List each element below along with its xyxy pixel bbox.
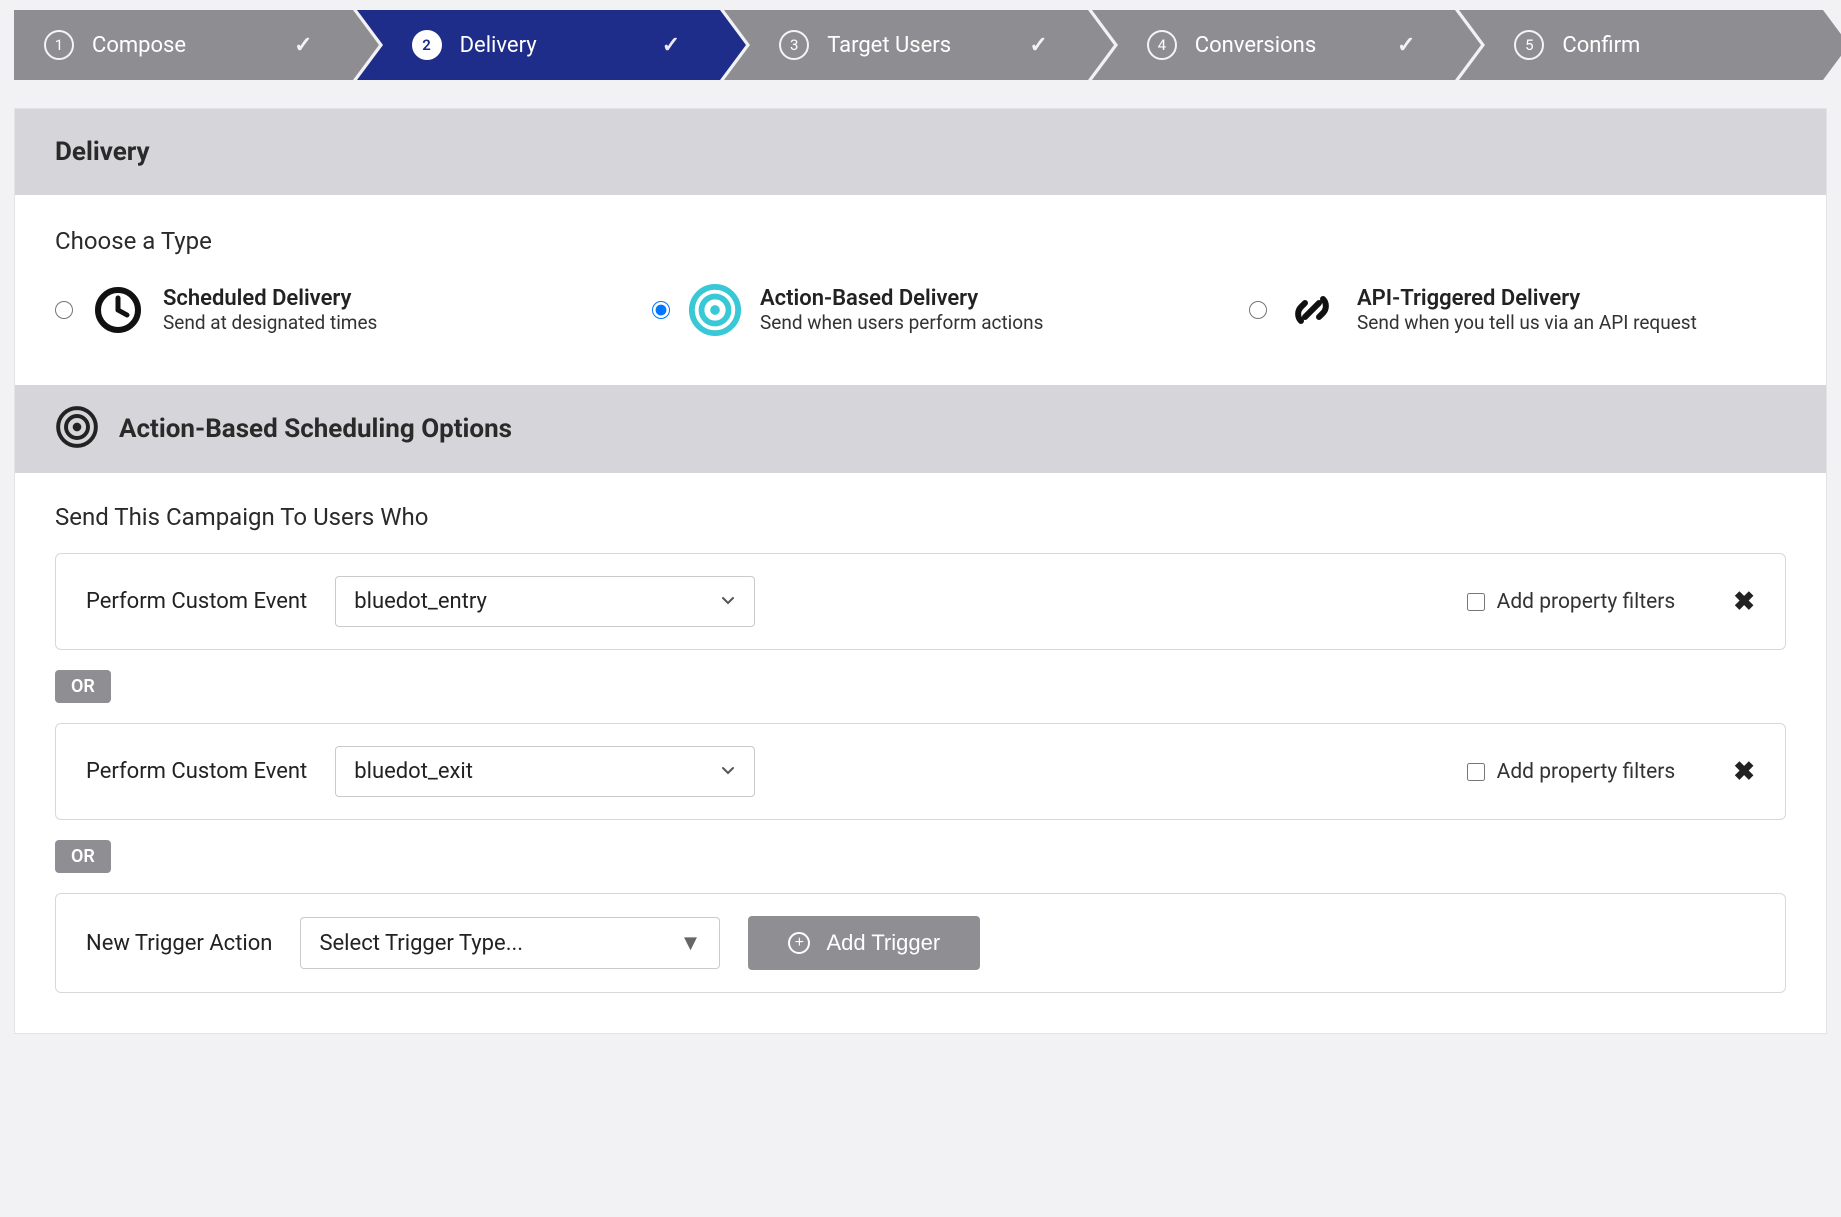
triggers-section: Send This Campaign To Users Who Perform …: [15, 473, 1826, 1033]
step-label: Target Users: [827, 33, 951, 58]
choose-type-section: Choose a Type Scheduled Delivery Send at…: [15, 195, 1826, 385]
step-label: Compose: [92, 33, 186, 58]
add-trigger-button[interactable]: + Add Trigger: [748, 916, 980, 970]
step-number: 2: [412, 30, 442, 60]
type-radio-api[interactable]: [1249, 301, 1267, 319]
check-icon: ✓: [1397, 33, 1415, 58]
panel-title: Delivery: [15, 109, 1826, 195]
type-desc: Send at designated times: [163, 311, 377, 334]
type-option-api[interactable]: API-Triggered Delivery Send when you tel…: [1249, 283, 1786, 337]
remove-trigger-icon[interactable]: ✖: [1733, 587, 1755, 617]
target-icon: [55, 405, 99, 453]
event-select[interactable]: bluedot_exit: [335, 746, 755, 797]
event-value: bluedot_exit: [354, 759, 473, 784]
check-icon: ✓: [1029, 33, 1047, 58]
check-icon: ✓: [294, 33, 312, 58]
new-trigger-row: New Trigger Action Select Trigger Type..…: [55, 893, 1786, 993]
add-property-filters[interactable]: Add property filters: [1467, 760, 1676, 784]
type-radio-action[interactable]: [652, 301, 670, 319]
add-trigger-button-label: Add Trigger: [826, 930, 940, 956]
plus-circle-icon: +: [788, 932, 810, 954]
choose-type-label: Choose a Type: [55, 227, 1786, 255]
add-property-filters[interactable]: Add property filters: [1467, 590, 1676, 614]
trigger-row: Perform Custom Event bluedot_exit Add pr…: [55, 723, 1786, 820]
type-option-action[interactable]: Action-Based Delivery Send when users pe…: [652, 283, 1189, 337]
step-number: 1: [44, 30, 74, 60]
type-title: Action-Based Delivery: [760, 286, 1043, 311]
scheduling-options-title: Action-Based Scheduling Options: [119, 414, 512, 444]
step-label: Delivery: [460, 33, 537, 58]
remove-trigger-icon[interactable]: ✖: [1733, 757, 1755, 787]
wizard-step-confirm[interactable]: 5 Confirm: [1459, 10, 1823, 80]
step-number: 3: [779, 30, 809, 60]
type-desc: Send when you tell us via an API request: [1357, 311, 1697, 334]
wizard-step-conversions[interactable]: 4 Conversions ✓: [1092, 10, 1456, 80]
new-trigger-label: New Trigger Action: [86, 931, 272, 956]
link-icon: [1285, 283, 1339, 337]
wizard-step-compose[interactable]: 1 Compose ✓: [14, 10, 353, 80]
send-to-label: Send This Campaign To Users Who: [55, 503, 1786, 531]
chevron-down-icon: [720, 589, 736, 614]
filter-label: Add property filters: [1497, 590, 1676, 614]
type-option-scheduled[interactable]: Scheduled Delivery Send at designated ti…: [55, 283, 592, 337]
check-icon: ✓: [662, 33, 680, 58]
trigger-prefix: Perform Custom Event: [86, 759, 307, 784]
trigger-prefix: Perform Custom Event: [86, 589, 307, 614]
filter-label: Add property filters: [1497, 760, 1676, 784]
chevron-down-icon: [720, 759, 736, 784]
caret-down-icon: ▼: [680, 930, 702, 956]
or-label: OR: [55, 670, 111, 703]
delivery-panel: Delivery Choose a Type Scheduled Deliver…: [14, 108, 1827, 1034]
clock-icon: [91, 283, 145, 337]
or-separator: OR: [55, 670, 1786, 703]
trigger-type-select[interactable]: Select Trigger Type... ▼: [300, 917, 720, 969]
type-radio-scheduled[interactable]: [55, 301, 73, 319]
trigger-row: Perform Custom Event bluedot_entry Add p…: [55, 553, 1786, 650]
step-number: 5: [1514, 30, 1544, 60]
filter-checkbox[interactable]: [1467, 763, 1485, 781]
event-value: bluedot_entry: [354, 589, 487, 614]
type-title: Scheduled Delivery: [163, 286, 377, 311]
type-desc: Send when users perform actions: [760, 311, 1043, 334]
or-label: OR: [55, 840, 111, 873]
or-separator: OR: [55, 840, 1786, 873]
filter-checkbox[interactable]: [1467, 593, 1485, 611]
step-number: 4: [1147, 30, 1177, 60]
trigger-type-placeholder: Select Trigger Type...: [319, 931, 523, 956]
wizard-step-target-users[interactable]: 3 Target Users ✓: [724, 10, 1088, 80]
event-select[interactable]: bluedot_entry: [335, 576, 755, 627]
step-label: Conversions: [1195, 33, 1316, 58]
step-label: Confirm: [1562, 33, 1640, 58]
scheduling-options-header: Action-Based Scheduling Options: [15, 385, 1826, 473]
wizard-step-delivery[interactable]: 2 Delivery ✓: [357, 10, 721, 80]
type-title: API-Triggered Delivery: [1357, 286, 1697, 311]
target-icon: [688, 283, 742, 337]
wizard-steps: 1 Compose ✓ 2 Delivery ✓ 3 Target Users …: [14, 10, 1827, 80]
